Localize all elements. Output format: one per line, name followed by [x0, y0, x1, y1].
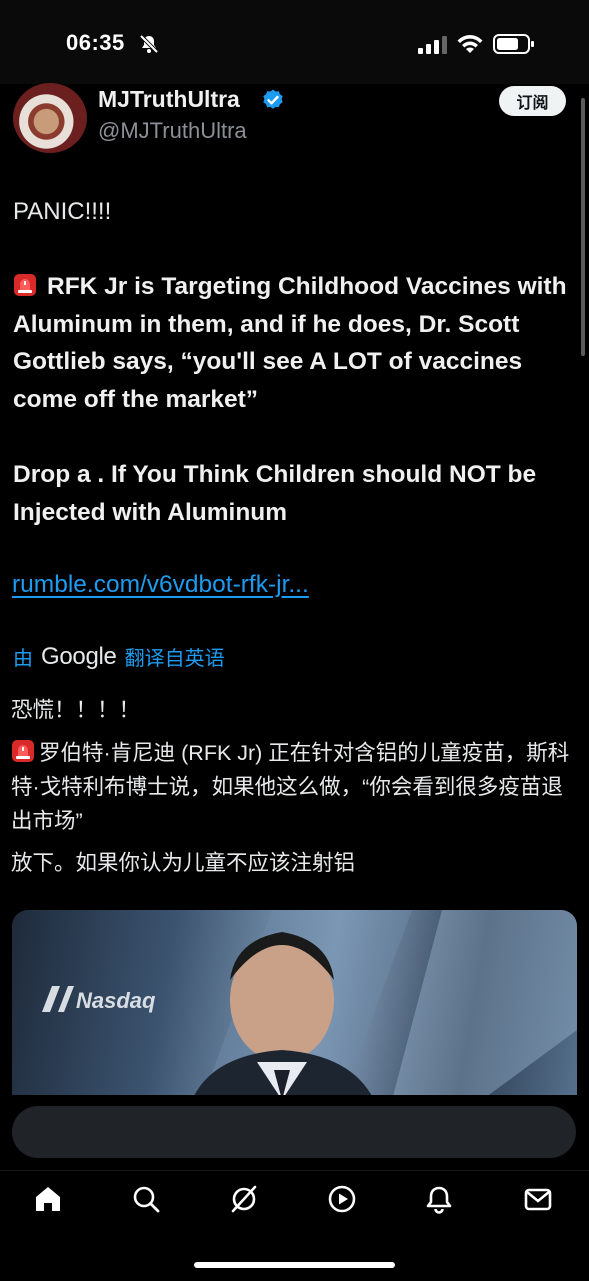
- siren-emoji-icon: [11, 739, 35, 763]
- tweet-paragraph-2-text: Drop a . If You Think Children should NO…: [13, 461, 537, 526]
- nav-notifications[interactable]: [419, 1183, 459, 1219]
- translation-line-2: 罗伯特·肯尼迪 (RFK Jr) 正在针对含铝的儿童疫苗，斯科特·戈特利布博士说…: [11, 741, 570, 833]
- google-logo: Google: [41, 642, 117, 670]
- scrollbar[interactable]: [581, 98, 585, 356]
- messages-icon: [523, 1184, 553, 1219]
- translation-attribution[interactable]: 由 Google 翻译自英语: [13, 642, 225, 671]
- cellular-signal-icon: [418, 36, 448, 59]
- wifi-icon: [456, 33, 484, 60]
- tweet-link[interactable]: rumble.com/v6vdbot-rfk-jr...: [12, 571, 309, 599]
- video-icon: [327, 1184, 357, 1219]
- translation-by-label: 由: [13, 648, 33, 670]
- status-time: 06:35: [66, 30, 125, 55]
- tweet-text-panic: PANIC!!!!: [13, 198, 112, 225]
- home-icon: [33, 1184, 63, 1219]
- nav-video[interactable]: [322, 1183, 362, 1219]
- subscribe-button[interactable]: 订阅: [499, 86, 566, 116]
- tweet-paragraph: RFK Jr is Targeting Childhood Vaccines w…: [13, 268, 573, 418]
- tweet-paragraph-1-text: RFK Jr is Targeting Childhood Vaccines w…: [13, 273, 567, 413]
- translation-line-1: 恐慌！！！！: [11, 698, 141, 722]
- nav-home[interactable]: [28, 1183, 68, 1219]
- translated-from-label[interactable]: 翻译自英语: [125, 642, 225, 671]
- reply-input[interactable]: [12, 1106, 576, 1158]
- author-handle[interactable]: @MJTruthUltra: [98, 118, 247, 144]
- home-indicator: [194, 1262, 395, 1268]
- translation-line-3: 放下。如果你认为儿童不应该注射铝: [11, 851, 356, 875]
- nav-search[interactable]: [126, 1183, 166, 1219]
- nav-messages[interactable]: [518, 1183, 558, 1219]
- author-display-name[interactable]: MJTruthUltra: [98, 86, 240, 113]
- avatar[interactable]: [13, 83, 87, 153]
- verified-badge-icon: [261, 88, 285, 117]
- battery-icon: [493, 34, 535, 59]
- nasdaq-watermark: Nasdaq: [40, 984, 155, 1014]
- grok-icon: [228, 1183, 260, 1220]
- search-icon: [131, 1184, 161, 1219]
- translation-paragraph: 罗伯特·肯尼迪 (RFK Jr) 正在针对含铝的儿童疫苗，斯科特·戈特利布博士说…: [11, 736, 571, 838]
- siren-emoji-icon: [13, 271, 37, 296]
- nav-grok[interactable]: [224, 1183, 264, 1219]
- notifications-icon: [424, 1184, 454, 1219]
- bell-off-icon: [138, 33, 160, 60]
